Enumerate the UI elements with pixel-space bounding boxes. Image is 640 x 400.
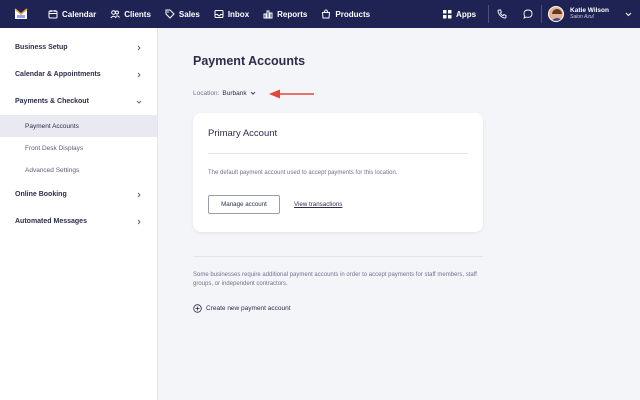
plus-circle-icon bbox=[193, 304, 202, 313]
nav-inbox[interactable]: Inbox bbox=[214, 0, 249, 28]
sidebar-item-label: Calendar & Appointments bbox=[15, 71, 101, 78]
sidebar-item-automated-messages[interactable]: Automated Messages bbox=[0, 208, 157, 235]
nav-calendar-label: Calendar bbox=[62, 9, 97, 19]
chevron-right-icon bbox=[137, 219, 141, 224]
sidebar-item-payments-checkout[interactable]: Payments & Checkout bbox=[0, 88, 157, 115]
chat-button[interactable] bbox=[515, 0, 541, 28]
nav-calendar[interactable]: Calendar bbox=[48, 0, 96, 28]
chat-icon bbox=[523, 9, 533, 19]
chevron-down-icon bbox=[625, 12, 632, 16]
card-title: Primary Account bbox=[208, 128, 278, 139]
nav-right-group: Apps Katie Wilson Salon Azul bbox=[431, 0, 640, 28]
bar-chart-icon bbox=[263, 10, 273, 19]
nav-reports-label: Reports bbox=[277, 9, 308, 19]
nav-clients[interactable]: Clients bbox=[110, 0, 151, 28]
chevron-right-icon bbox=[137, 72, 141, 77]
calendar-icon bbox=[48, 10, 58, 19]
apps-label: Apps bbox=[456, 9, 477, 19]
avatar bbox=[548, 6, 565, 22]
primary-account-card: Primary Account The default payment acco… bbox=[193, 113, 483, 232]
sidebar-item-business-setup[interactable]: Business Setup bbox=[0, 34, 157, 61]
nav-products[interactable]: Products bbox=[321, 0, 370, 28]
nav-sales-label: Sales bbox=[178, 9, 200, 19]
grid-icon bbox=[443, 9, 452, 18]
tag-icon bbox=[165, 9, 175, 19]
sidebar-item-label: Payments & Checkout bbox=[15, 98, 89, 105]
chevron-down-icon bbox=[136, 100, 142, 104]
nav-sales[interactable]: Sales bbox=[165, 0, 200, 28]
nav-products-label: Products bbox=[335, 9, 371, 19]
chevron-right-icon bbox=[137, 45, 141, 50]
manage-account-button[interactable]: Manage account bbox=[208, 195, 280, 214]
sidebar-subitem-label: Advanced Settings bbox=[25, 166, 80, 174]
location-label: Location: bbox=[193, 90, 220, 97]
bag-icon bbox=[322, 9, 331, 19]
view-transactions-link[interactable]: View transactions bbox=[294, 201, 342, 208]
sidebar-item-label: Business Setup bbox=[15, 44, 68, 51]
user-info: Katie Wilson Salon Azul bbox=[570, 7, 609, 20]
card-description: The default payment account used to acce… bbox=[208, 170, 398, 176]
app-logo-icon[interactable] bbox=[8, 0, 34, 28]
sidebar-subitem-front-desk-displays[interactable]: Front Desk Displays bbox=[0, 137, 157, 159]
sidebar-subitem-payment-accounts[interactable]: Payment Accounts bbox=[0, 115, 157, 137]
card-divider bbox=[208, 153, 468, 154]
nav-clients-label: Clients bbox=[124, 9, 151, 19]
inbox-icon bbox=[214, 10, 224, 18]
sidebar-item-online-booking[interactable]: Online Booking bbox=[0, 181, 157, 208]
sidebar-item-label: Online Booking bbox=[15, 191, 67, 198]
nav-reports[interactable]: Reports bbox=[263, 0, 307, 28]
additional-accounts-note: Some businesses require additional payme… bbox=[193, 272, 477, 288]
user-menu[interactable]: Katie Wilson Salon Azul bbox=[542, 0, 640, 28]
apps-button[interactable]: Apps bbox=[431, 0, 488, 28]
sidebar-subitem-label: Payment Accounts bbox=[25, 122, 79, 130]
sidebar-subitem-advanced-settings[interactable]: Advanced Settings bbox=[0, 159, 157, 181]
settings-sidebar: Business Setup Calendar & Appointments P… bbox=[0, 28, 158, 400]
user-business: Salon Azul bbox=[570, 13, 594, 20]
location-value: Burbank bbox=[222, 90, 247, 97]
sidebar-subitem-label: Front Desk Displays bbox=[25, 144, 84, 152]
sidebar-item-label: Automated Messages bbox=[15, 218, 87, 225]
create-payment-account-link[interactable]: Create new payment account bbox=[193, 304, 291, 313]
nav-inbox-label: Inbox bbox=[227, 9, 250, 19]
phone-icon bbox=[497, 9, 507, 19]
phone-button[interactable] bbox=[489, 0, 515, 28]
top-nav: Calendar Clients Sales Inbox Reports Pro… bbox=[0, 0, 640, 28]
clients-icon bbox=[110, 10, 121, 19]
create-payment-account-label: Create new payment account bbox=[206, 305, 291, 312]
chevron-right-icon bbox=[137, 192, 141, 197]
location-selector[interactable]: Location: Burbank bbox=[193, 90, 256, 97]
section-divider bbox=[193, 256, 483, 257]
chevron-down-icon bbox=[250, 91, 255, 95]
sidebar-item-calendar-appointments[interactable]: Calendar & Appointments bbox=[0, 61, 157, 88]
annotation-arrow-icon bbox=[269, 89, 314, 99]
page-title: Payment Accounts bbox=[193, 54, 306, 68]
